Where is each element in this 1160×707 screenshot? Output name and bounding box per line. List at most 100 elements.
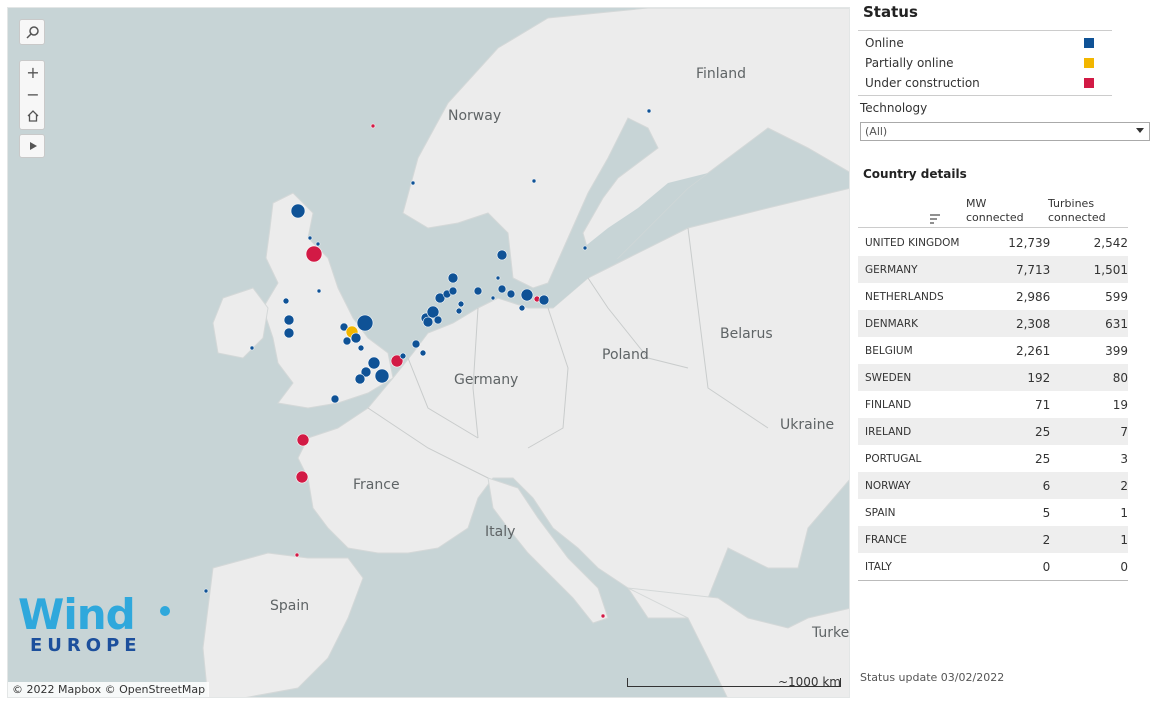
- wind-farm-marker-online[interactable]: [538, 294, 550, 306]
- pan-tool-button[interactable]: [19, 134, 45, 158]
- table-row[interactable]: FRANCE 2 1: [858, 526, 1128, 553]
- table-row[interactable]: FINLAND 71 19: [858, 391, 1128, 418]
- label-norway: Norway: [448, 108, 502, 124]
- turbines-cell: 2,542: [1093, 235, 1128, 250]
- mw-cell: 5: [1042, 505, 1051, 520]
- wind-farm-marker-online[interactable]: [374, 368, 390, 384]
- wind-farm-marker-online[interactable]: [490, 295, 496, 301]
- wind-farm-marker-online[interactable]: [531, 178, 537, 184]
- wind-farm-marker-online[interactable]: [283, 314, 295, 326]
- country-cell: NETHERLANDS: [865, 290, 944, 303]
- turbines-cell: 2: [1120, 478, 1128, 493]
- wind-farm-marker-online[interactable]: [367, 356, 381, 370]
- wind-farm-marker-online[interactable]: [356, 314, 374, 332]
- wind-farm-marker-online[interactable]: [448, 286, 458, 296]
- wind-farm-marker-online[interactable]: [330, 394, 340, 404]
- wind-farm-marker-online[interactable]: [315, 241, 321, 247]
- table-row[interactable]: NORWAY 6 2: [858, 472, 1128, 499]
- wind-farm-marker-online[interactable]: [354, 373, 366, 385]
- country-cell: PORTUGAL: [865, 452, 922, 465]
- wind-farm-marker-online[interactable]: [433, 315, 443, 325]
- search-button[interactable]: [19, 19, 45, 45]
- country-cell: DENMARK: [865, 317, 918, 330]
- wind-farm-marker-online[interactable]: [419, 349, 427, 357]
- wind-farm-marker-online[interactable]: [496, 249, 508, 261]
- wind-farm-marker-online[interactable]: [495, 275, 501, 281]
- wind-farm-marker-online[interactable]: [506, 289, 516, 299]
- legend-under-construction[interactable]: Under construction: [858, 73, 1112, 93]
- header-mw-connected[interactable]: MW connected: [966, 197, 1024, 225]
- legend-label: Under construction: [865, 76, 980, 90]
- wind-farm-marker-online[interactable]: [457, 300, 465, 308]
- mw-cell: 2,986: [1015, 289, 1051, 304]
- wind-farm-marker-online[interactable]: [447, 272, 459, 284]
- table-row[interactable]: DENMARK 2,308 631: [858, 310, 1128, 337]
- mw-cell: 71: [1035, 397, 1051, 412]
- table-row[interactable]: UNITED KINGDOM 12,739 2,542: [858, 229, 1128, 256]
- zoom-controls: + −: [19, 60, 45, 130]
- wind-farm-marker-online[interactable]: [282, 297, 290, 305]
- wind-farm-marker-online[interactable]: [203, 588, 209, 594]
- table-row[interactable]: PORTUGAL 25 3: [858, 445, 1128, 472]
- country-cell: ITALY: [865, 560, 892, 573]
- status-title: Status: [863, 3, 918, 21]
- legend-swatch: [1084, 78, 1094, 88]
- wind-farm-marker-online[interactable]: [316, 288, 322, 294]
- legend-online[interactable]: Online: [858, 33, 1112, 53]
- mw-cell: 6: [1042, 478, 1051, 493]
- wind-farm-marker-construction[interactable]: [296, 433, 310, 447]
- wind-farm-marker-online[interactable]: [411, 339, 421, 349]
- turbines-cell: 3: [1120, 451, 1128, 466]
- sort-icon[interactable]: [929, 214, 941, 224]
- wind-farm-marker-online[interactable]: [410, 180, 416, 186]
- table-row[interactable]: SPAIN 5 1: [858, 499, 1128, 526]
- legend-label: Online: [865, 36, 904, 50]
- table-row[interactable]: SWEDEN 192 80: [858, 364, 1128, 391]
- zoom-out-icon: −: [26, 84, 40, 104]
- wind-farm-marker-construction[interactable]: [370, 123, 376, 129]
- table-row[interactable]: ITALY 0 0: [858, 553, 1128, 580]
- turbines-cell: 19: [1112, 397, 1128, 412]
- technology-select[interactable]: (All): [860, 122, 1150, 141]
- wind-farm-marker-construction[interactable]: [294, 552, 300, 558]
- mw-cell: 25: [1035, 451, 1051, 466]
- wind-farm-marker-online[interactable]: [520, 288, 534, 302]
- wind-farm-marker-online[interactable]: [283, 327, 295, 339]
- wind-farm-marker-online[interactable]: [350, 332, 362, 344]
- country-cell: IRELAND: [865, 425, 912, 438]
- table-row[interactable]: IRELAND 25 7: [858, 418, 1128, 445]
- wind-farm-marker-construction[interactable]: [600, 613, 606, 619]
- table-row[interactable]: NETHERLANDS 2,986 599: [858, 283, 1128, 310]
- wind-farm-marker-online[interactable]: [582, 245, 588, 251]
- wind-farm-marker-online[interactable]: [357, 344, 365, 352]
- wind-farm-marker-online[interactable]: [518, 304, 526, 312]
- table-header: MW connected Turbines connected: [858, 193, 1128, 228]
- wind-farm-marker-online[interactable]: [646, 108, 652, 114]
- great-britain-land: [262, 192, 394, 409]
- table-row[interactable]: BELGIUM 2,261 399: [858, 337, 1128, 364]
- wind-farm-marker-online[interactable]: [290, 203, 306, 219]
- table-row[interactable]: GERMANY 7,713 1,501: [858, 256, 1128, 283]
- header-turbines-connected[interactable]: Turbines connected: [1048, 197, 1106, 225]
- map-attribution[interactable]: © 2022 Mapbox © OpenStreetMap: [8, 682, 210, 697]
- wind-farm-marker-online[interactable]: [422, 316, 434, 328]
- wind-farm-marker-online[interactable]: [473, 286, 483, 296]
- wind-farm-marker-construction[interactable]: [295, 470, 309, 484]
- country-cell: NORWAY: [865, 479, 911, 492]
- legend-partially-online[interactable]: Partially online: [858, 53, 1112, 73]
- wind-farm-marker-online[interactable]: [249, 345, 255, 351]
- zoom-out-button[interactable]: −: [20, 83, 46, 105]
- turbines-cell: 631: [1105, 316, 1128, 331]
- home-button[interactable]: [20, 105, 46, 127]
- wind-farm-marker-online[interactable]: [497, 284, 507, 294]
- wind-farm-marker-online[interactable]: [399, 352, 407, 360]
- wind-farm-marker-online[interactable]: [455, 307, 463, 315]
- wind-farm-marker-online[interactable]: [342, 336, 352, 346]
- wind-farm-marker-online[interactable]: [307, 235, 313, 241]
- wind-farm-map[interactable]: Norway Finland Germany Poland Belarus Uk…: [7, 7, 850, 698]
- label-france: France: [353, 477, 400, 493]
- zoom-in-button[interactable]: +: [20, 61, 46, 83]
- wind-farm-marker-construction[interactable]: [305, 245, 323, 263]
- search-icon: [20, 20, 46, 44]
- turbines-cell: 1: [1120, 505, 1128, 520]
